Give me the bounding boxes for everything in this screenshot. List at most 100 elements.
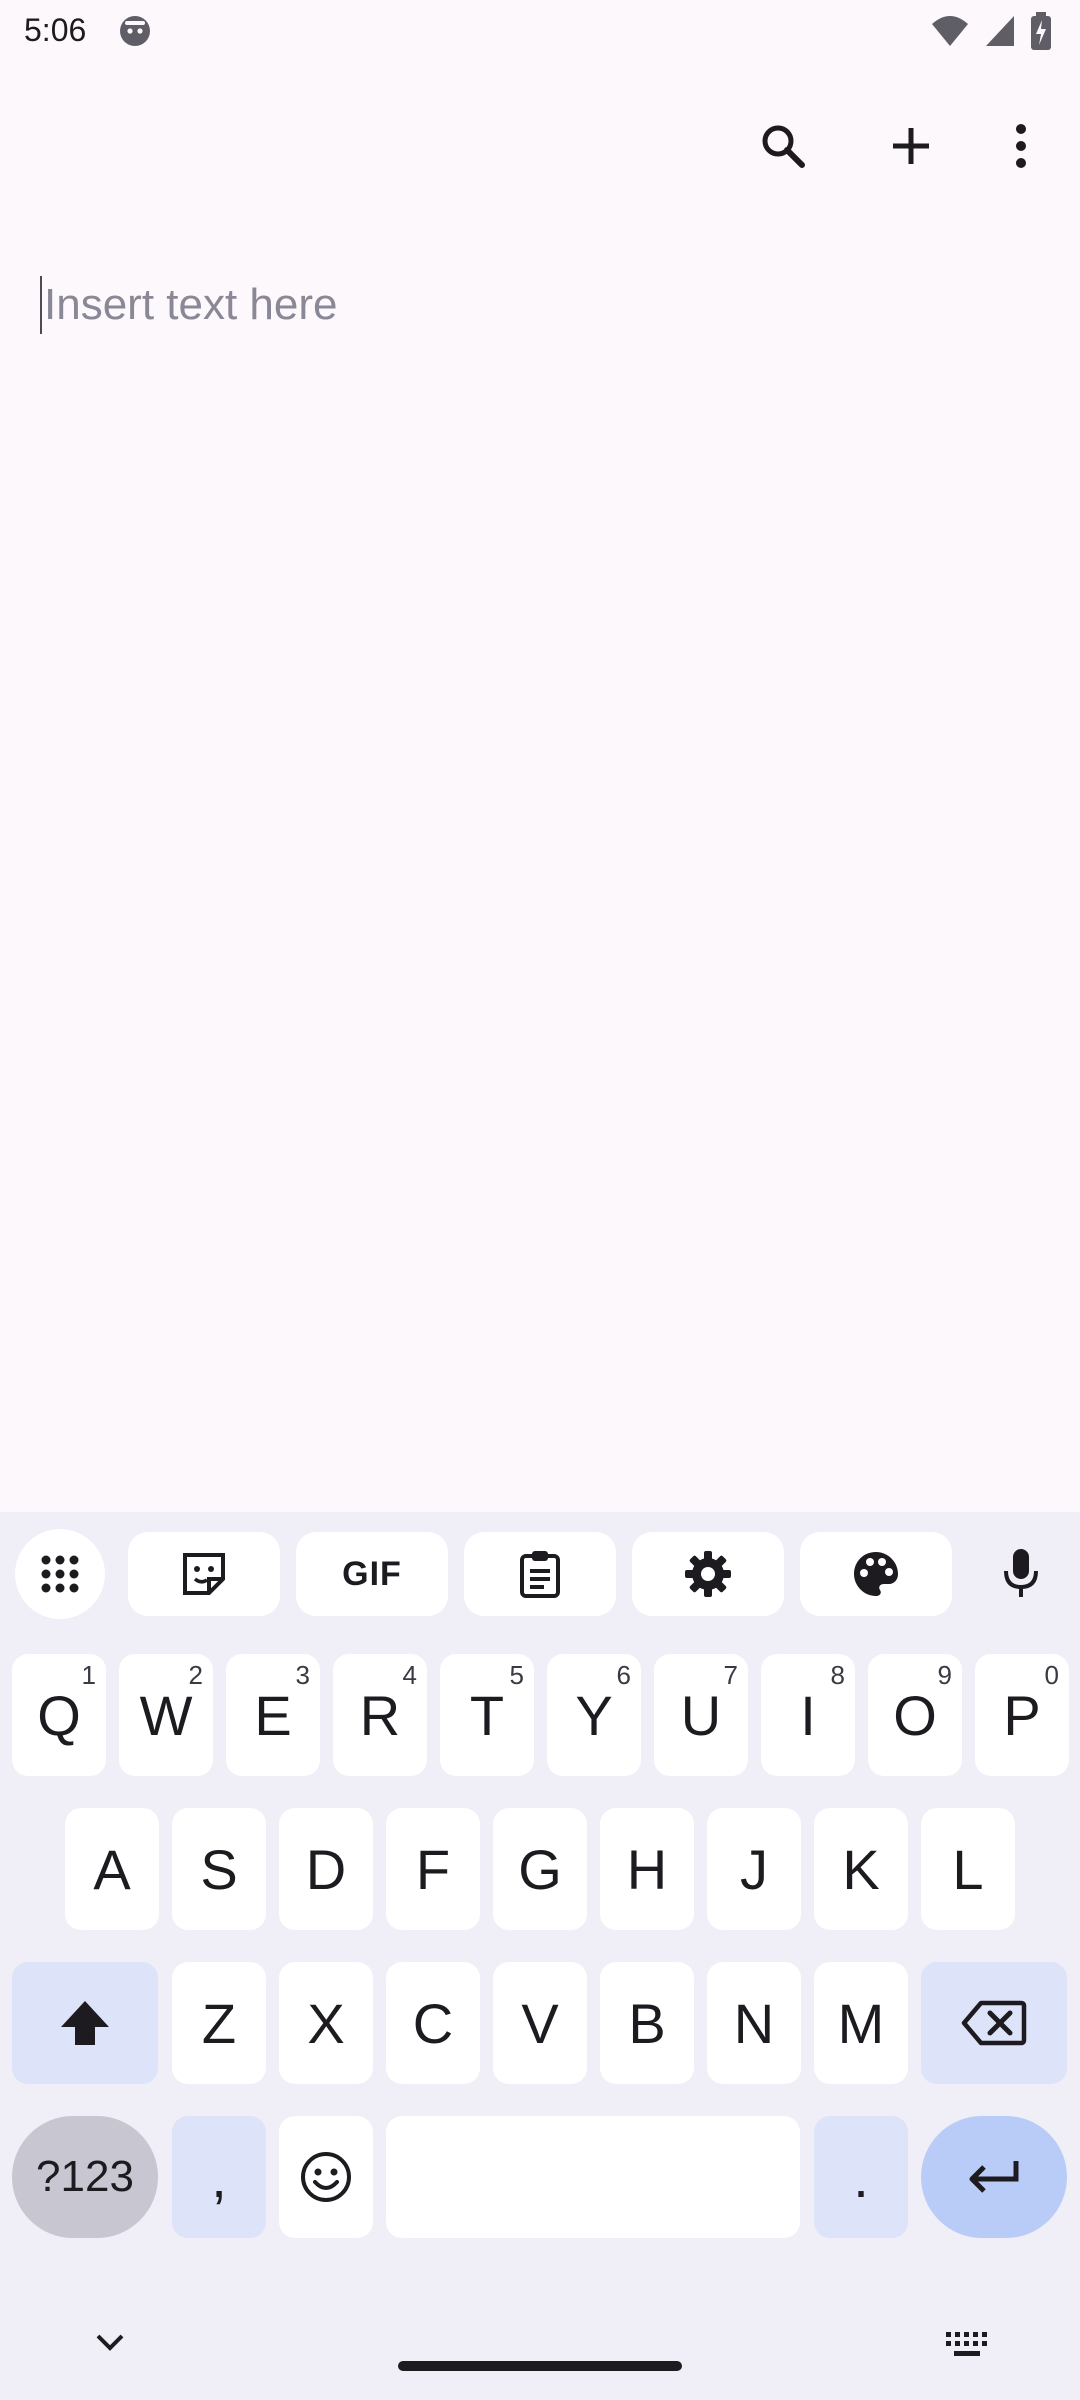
key-label: B bbox=[628, 1991, 666, 2055]
editor-placeholder: Insert text here bbox=[44, 280, 338, 329]
key-x[interactable]: X bbox=[279, 1962, 373, 2084]
backspace-key[interactable] bbox=[921, 1962, 1067, 2084]
status-bar: 5:06 bbox=[0, 0, 1080, 64]
key-w[interactable]: W2 bbox=[119, 1654, 213, 1776]
key-b[interactable]: B bbox=[600, 1962, 694, 2084]
key-label: T bbox=[469, 1683, 505, 1747]
key-i[interactable]: I8 bbox=[761, 1654, 855, 1776]
key-label: E bbox=[254, 1683, 292, 1747]
key-t[interactable]: T5 bbox=[440, 1654, 534, 1776]
navigation-bar bbox=[0, 2290, 1080, 2400]
key-label: . bbox=[853, 2145, 869, 2209]
clipboard-icon[interactable] bbox=[464, 1532, 616, 1616]
key-f[interactable]: F bbox=[386, 1808, 480, 1930]
key-label: P bbox=[1003, 1683, 1041, 1747]
text-cursor bbox=[40, 276, 42, 334]
key-label: D bbox=[305, 1837, 347, 1901]
emoji-icon bbox=[301, 2152, 351, 2202]
battery-charging-icon bbox=[1030, 12, 1052, 55]
key-k[interactable]: K bbox=[814, 1808, 908, 1930]
key-label: J bbox=[740, 1837, 768, 1901]
key-label: Z bbox=[201, 1991, 237, 2055]
apps-grid-icon[interactable] bbox=[15, 1529, 105, 1619]
add-icon[interactable] bbox=[861, 96, 961, 196]
key-v[interactable]: V bbox=[493, 1962, 587, 2084]
enter-icon bbox=[969, 2161, 1019, 2193]
chevron-down-icon[interactable] bbox=[92, 2330, 128, 2359]
emoji-key[interactable] bbox=[279, 2116, 373, 2238]
key-g[interactable]: G bbox=[493, 1808, 587, 1930]
palette-icon[interactable] bbox=[800, 1532, 952, 1616]
key-s[interactable]: S bbox=[172, 1808, 266, 1930]
key-label: K bbox=[842, 1837, 880, 1901]
gif-label: GIF bbox=[342, 1554, 402, 1593]
key-n[interactable]: N bbox=[707, 1962, 801, 2084]
key-z[interactable]: Z bbox=[172, 1962, 266, 2084]
key-hint: 7 bbox=[723, 1660, 738, 1690]
wifi-icon bbox=[930, 14, 970, 53]
key-y[interactable]: Y6 bbox=[547, 1654, 641, 1776]
key-r[interactable]: R4 bbox=[333, 1654, 427, 1776]
text-editor[interactable]: Insert text here bbox=[40, 270, 1040, 340]
key-hint: 8 bbox=[830, 1660, 845, 1690]
key-hint: 1 bbox=[81, 1660, 96, 1690]
key-label: M bbox=[837, 1991, 885, 2055]
key-label: U bbox=[680, 1683, 722, 1747]
cellular-signal-icon bbox=[984, 14, 1016, 53]
key-j[interactable]: J bbox=[707, 1808, 801, 1930]
key-hint: 0 bbox=[1044, 1660, 1059, 1690]
key-label: N bbox=[733, 1991, 775, 2055]
symbols-key[interactable]: ?123 bbox=[12, 2116, 158, 2238]
shift-icon bbox=[61, 2001, 109, 2045]
key-hint: 5 bbox=[509, 1660, 524, 1690]
gif-button[interactable]: GIF bbox=[296, 1532, 448, 1616]
keyboard-toolbar: GIF bbox=[0, 1512, 1080, 1630]
key-p[interactable]: P0 bbox=[975, 1654, 1069, 1776]
key-h[interactable]: H bbox=[600, 1808, 694, 1930]
key-u[interactable]: U7 bbox=[654, 1654, 748, 1776]
search-icon[interactable] bbox=[733, 96, 833, 196]
settings-icon[interactable] bbox=[632, 1532, 784, 1616]
key-label: R bbox=[359, 1683, 401, 1747]
space-key[interactable] bbox=[386, 2116, 800, 2238]
key-e[interactable]: E3 bbox=[226, 1654, 320, 1776]
key-o[interactable]: O9 bbox=[868, 1654, 962, 1776]
key-l[interactable]: L bbox=[921, 1808, 1015, 1930]
key-label: S bbox=[200, 1837, 238, 1901]
key-hint: 4 bbox=[402, 1660, 417, 1690]
status-icons bbox=[930, 12, 1052, 55]
key-label: V bbox=[521, 1991, 559, 2055]
period-key[interactable]: . bbox=[814, 2116, 908, 2238]
key-label: X bbox=[307, 1991, 345, 2055]
key-label: ?123 bbox=[36, 2152, 134, 2201]
key-a[interactable]: A bbox=[65, 1808, 159, 1930]
key-m[interactable]: M bbox=[814, 1962, 908, 2084]
key-q[interactable]: Q1 bbox=[12, 1654, 106, 1776]
key-label: Q bbox=[37, 1683, 81, 1747]
keyboard-switch-icon[interactable] bbox=[944, 2330, 990, 2363]
sticker-icon[interactable] bbox=[128, 1532, 280, 1616]
key-d[interactable]: D bbox=[279, 1808, 373, 1930]
key-label: L bbox=[952, 1837, 984, 1901]
key-label: G bbox=[518, 1837, 562, 1901]
mic-icon[interactable] bbox=[976, 1532, 1066, 1616]
key-label: F bbox=[415, 1837, 451, 1901]
shift-key[interactable] bbox=[12, 1962, 158, 2084]
enter-key[interactable] bbox=[921, 2116, 1067, 2238]
key-label: Y bbox=[575, 1683, 613, 1747]
key-label: C bbox=[412, 1991, 454, 2055]
key-label: O bbox=[893, 1683, 937, 1747]
key-c[interactable]: C bbox=[386, 1962, 480, 2084]
key-label: W bbox=[139, 1683, 193, 1747]
key-hint: 3 bbox=[295, 1660, 310, 1690]
key-label: A bbox=[93, 1837, 131, 1901]
more-vert-icon[interactable] bbox=[971, 96, 1071, 196]
keyboard: GIF Q 1 W 2 E 3 R 4 T 5 Y 6 U 7 I 8 O 9 … bbox=[0, 1512, 1080, 2400]
key-hint: 2 bbox=[188, 1660, 203, 1690]
home-handle[interactable] bbox=[398, 2361, 682, 2371]
android-robot-icon bbox=[118, 14, 152, 48]
key-label: H bbox=[626, 1837, 668, 1901]
key-label: , bbox=[211, 2145, 227, 2209]
key-hint: 9 bbox=[937, 1660, 952, 1690]
comma-key[interactable]: , bbox=[172, 2116, 266, 2238]
